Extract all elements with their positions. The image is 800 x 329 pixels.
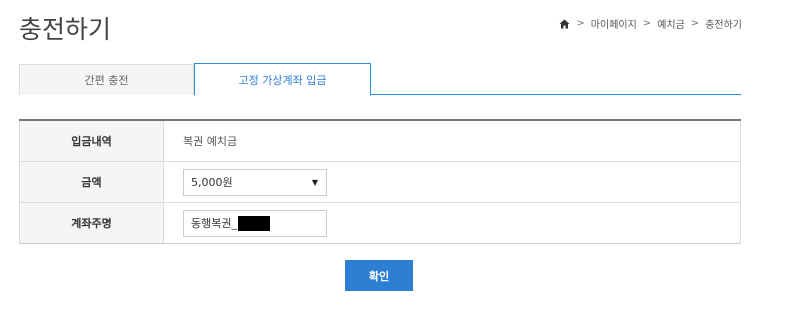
page-title: 충전하기 xyxy=(19,15,112,44)
page: 충전하기 > 마이페이지 > 예치금 > 충전하기 간편 충전 고정 가상계좌 … xyxy=(0,0,800,329)
amount-label: 금액 xyxy=(19,162,164,202)
form-row-account-holder: 계좌주명 동행복권_ xyxy=(19,203,741,244)
charge-tabs: 간편 충전 고정 가상계좌 입금 xyxy=(19,63,741,96)
amount-select[interactable]: 5,000원 ▼ xyxy=(183,168,327,196)
tab-fixed-virtual-account[interactable]: 고정 가상계좌 입금 xyxy=(194,63,371,96)
breadcrumb: > 마이페이지 > 예치금 > 충전하기 xyxy=(559,16,742,31)
amount-cell: 5,000원 ▼ xyxy=(164,162,741,202)
deposit-value: 복권 예치금 xyxy=(164,121,741,161)
breadcrumb-separator: > xyxy=(576,18,585,29)
breadcrumb-deposit[interactable]: 예치금 xyxy=(657,16,685,31)
confirm-button[interactable]: 확인 xyxy=(345,260,413,291)
breadcrumb-mypage[interactable]: 마이페이지 xyxy=(591,16,637,31)
breadcrumb-separator: > xyxy=(642,18,652,29)
tab-easy-charge[interactable]: 간편 충전 xyxy=(19,64,194,95)
account-holder-value: 동행복권_ xyxy=(191,217,237,230)
account-holder-field[interactable]: 동행복권_ xyxy=(183,209,327,237)
form-row-amount: 금액 5,000원 ▼ xyxy=(19,162,741,203)
dropdown-caret-icon: ▼ xyxy=(311,177,318,187)
charge-form: 입금내역 복권 예치금 금액 5,000원 ▼ 계좌주명 동행복권_ xyxy=(19,119,741,244)
deposit-label: 입금내역 xyxy=(19,121,164,161)
account-holder-label: 계좌주명 xyxy=(19,203,164,243)
breadcrumb-charge[interactable]: 충전하기 xyxy=(705,16,742,31)
breadcrumb-separator: > xyxy=(690,18,700,29)
home-icon[interactable] xyxy=(559,19,570,29)
form-row-deposit: 입금내역 복권 예치금 xyxy=(19,121,741,162)
redaction-block xyxy=(237,215,270,231)
amount-selected-value: 5,000원 xyxy=(191,176,233,189)
account-holder-cell: 동행복권_ xyxy=(164,203,741,243)
